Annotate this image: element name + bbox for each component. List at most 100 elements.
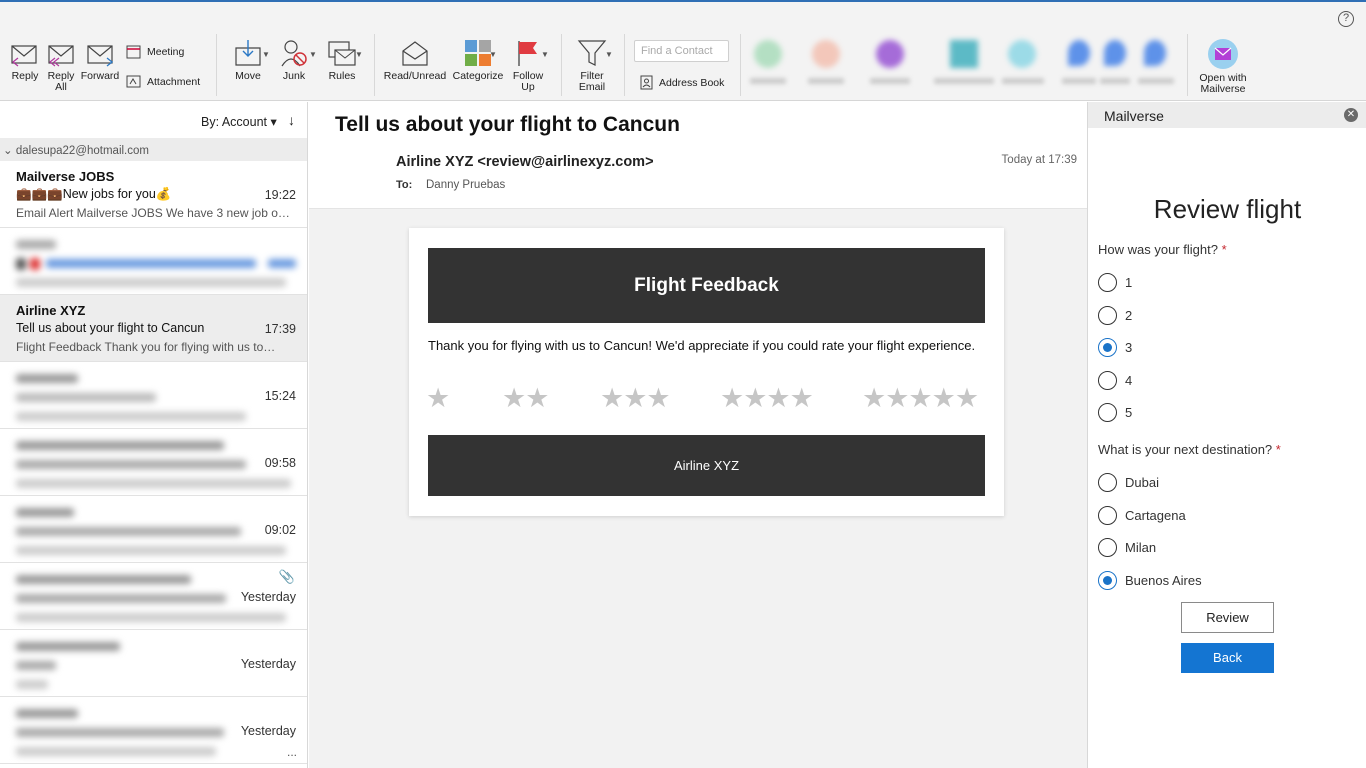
radio-button[interactable]	[1098, 506, 1117, 525]
list-item[interactable]: 09:02	[0, 496, 307, 563]
list-item[interactable]: Yesterday	[0, 630, 307, 697]
blurred-addin-icon[interactable]	[1104, 40, 1126, 66]
reply-all-icon	[48, 45, 74, 67]
flag-icon	[518, 41, 537, 66]
review-button[interactable]: Review	[1181, 602, 1274, 633]
forward-button[interactable]: Forward	[80, 40, 120, 82]
account-header[interactable]: ⌄ dalesupa22@hotmail.com	[0, 138, 307, 161]
rules-button[interactable]: Rules	[322, 38, 362, 82]
blurred-addin-label	[1100, 78, 1130, 84]
message-list-pane: By: Account ▾ ↓ ⌄ dalesupa22@hotmail.com…	[0, 102, 308, 768]
list-item-selected[interactable]: Airline XYZ Tell us about your flight to…	[0, 295, 307, 362]
blurred-addin-icon[interactable]	[1144, 40, 1166, 66]
move-dropdown-icon[interactable]: ▼	[262, 50, 270, 59]
rules-icon	[328, 41, 356, 66]
follow-up-button[interactable]: Follow Up	[508, 38, 548, 93]
filter-icon	[577, 40, 607, 66]
filter-email-button[interactable]: Filter Email	[570, 38, 614, 93]
destination-option-cartagena[interactable]: Cartagena	[1098, 506, 1186, 525]
body-text: Thank you for flying with us to Cancun! …	[428, 338, 976, 353]
radio-button-selected[interactable]	[1098, 338, 1117, 357]
reply-icon	[11, 45, 37, 67]
timestamp: Yesterday	[240, 590, 296, 604]
destination-option-dubai[interactable]: Dubai	[1098, 473, 1159, 492]
blurred-addin-icon[interactable]	[1008, 40, 1036, 68]
ribbon-toolbar: ? Reply Reply All Forward Meeting Attach…	[0, 2, 1366, 101]
email-footer: Airline XYZ	[428, 435, 985, 496]
sender-name: Mailverse JOBS	[16, 169, 115, 184]
list-item[interactable]: 📎 Yesterday	[0, 563, 307, 630]
message-header: Tell us about your flight to Cancun Airl…	[309, 102, 1087, 209]
blurred-addin-icon[interactable]	[876, 40, 904, 68]
blurred-addin-label	[750, 78, 786, 84]
back-button[interactable]: Back	[1181, 643, 1274, 673]
close-icon[interactable]: ✕	[1344, 108, 1358, 122]
meeting-button[interactable]: Meeting	[126, 44, 184, 59]
attachment-icon	[126, 75, 141, 88]
radio-button[interactable]	[1098, 473, 1117, 492]
radio-button[interactable]	[1098, 371, 1117, 390]
recipient[interactable]: Danny Pruebas	[426, 179, 505, 191]
list-item[interactable]	[0, 228, 307, 295]
rating-1-star-link[interactable]: ★	[426, 383, 450, 414]
forward-icon	[87, 45, 114, 67]
sort-by-dropdown[interactable]: By: Account ▾	[201, 114, 277, 129]
categorize-dropdown-icon[interactable]: ▼	[489, 50, 497, 59]
find-contact-input[interactable]: Find a Contact	[634, 40, 729, 62]
timestamp: 19:22	[264, 188, 296, 202]
blurred-addin-icon[interactable]	[950, 40, 978, 68]
more-options-icon[interactable]: ...	[287, 745, 297, 759]
rating-option-2[interactable]: 2	[1098, 306, 1132, 325]
radio-button[interactable]	[1098, 403, 1117, 422]
list-item[interactable]: 15:24	[0, 362, 307, 429]
help-icon[interactable]: ?	[1338, 11, 1354, 27]
read-unread-button[interactable]: Read/Unread	[383, 38, 447, 82]
address-book-button[interactable]: Address Book	[640, 75, 724, 90]
list-item[interactable]: 09:58	[0, 429, 307, 496]
sort-direction-icon[interactable]: ↓	[288, 112, 295, 128]
calendar-icon	[126, 45, 141, 59]
follow-up-dropdown-icon[interactable]: ▼	[541, 50, 549, 59]
attachment-button[interactable]: Attachment	[126, 75, 200, 88]
junk-dropdown-icon[interactable]: ▼	[309, 50, 317, 59]
reply-button[interactable]: Reply	[8, 40, 42, 82]
ribbon-separator	[1187, 34, 1188, 96]
rating-5-stars-link[interactable]: ★★★★★	[862, 383, 979, 414]
list-item[interactable]: Yesterday ...	[0, 697, 307, 764]
timestamp: 17:39	[264, 322, 296, 336]
move-button[interactable]: Move	[228, 38, 268, 82]
blurred-addin-icon[interactable]	[1068, 40, 1090, 66]
list-item[interactable]: Mailverse JOBS 💼💼💼New jobs for you💰 19:2…	[0, 161, 307, 228]
open-with-mailverse-button[interactable]: Open with Mailverse	[1196, 38, 1250, 95]
blurred-addin-icon[interactable]	[754, 40, 782, 68]
ribbon-separator	[561, 34, 562, 96]
timestamp: 09:02	[264, 523, 296, 537]
filter-dropdown-icon[interactable]: ▼	[605, 50, 613, 59]
timestamp: Yesterday	[240, 657, 296, 671]
radio-button-selected[interactable]	[1098, 571, 1117, 590]
rating-4-stars-link[interactable]: ★★★★	[720, 383, 814, 414]
preview-text: Email Alert Mailverse JOBS We have 3 new…	[16, 206, 290, 220]
blurred-addin-icon[interactable]	[812, 40, 840, 68]
rating-option-3[interactable]: 3	[1098, 338, 1132, 357]
question-flight-rating: How was your flight? *	[1098, 242, 1227, 257]
rating-option-1[interactable]: 1	[1098, 273, 1132, 292]
reply-all-button[interactable]: Reply All	[44, 40, 78, 93]
timestamp: Yesterday	[240, 724, 296, 738]
rules-dropdown-icon[interactable]: ▼	[355, 50, 363, 59]
message-sender[interactable]: Airline XYZ <review@airlinexyz.com>	[396, 154, 654, 170]
destination-option-milan[interactable]: Milan	[1098, 538, 1156, 557]
rating-option-4[interactable]: 4	[1098, 371, 1132, 390]
ribbon-separator	[740, 34, 741, 96]
radio-button[interactable]	[1098, 306, 1117, 325]
radio-button[interactable]	[1098, 273, 1117, 292]
mailverse-logo-icon	[1208, 39, 1238, 69]
rating-3-stars-link[interactable]: ★★★	[600, 383, 671, 414]
junk-button[interactable]: Junk	[276, 38, 312, 82]
blurred-addin-label	[1138, 78, 1174, 84]
categorize-button[interactable]: Categorize	[450, 38, 506, 82]
rating-2-stars-link[interactable]: ★★	[502, 383, 549, 414]
rating-option-5[interactable]: 5	[1098, 403, 1132, 422]
destination-option-buenos-aires[interactable]: Buenos Aires	[1098, 571, 1202, 590]
radio-button[interactable]	[1098, 538, 1117, 557]
